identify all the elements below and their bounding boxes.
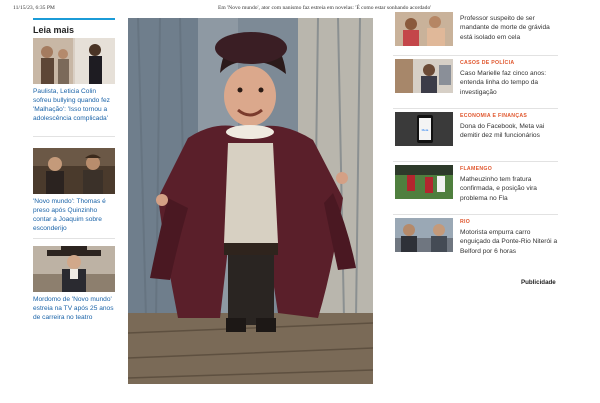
related-news-thumbnail[interactable]	[395, 165, 453, 199]
related-news-thumbnail[interactable]	[395, 218, 453, 252]
related-news-item[interactable]: Flamengo Matheuzinho tem fratura confirm…	[393, 165, 558, 209]
print-page-title: Em 'Novo mundo', ator com nanismo faz es…	[218, 5, 432, 11]
related-news-text[interactable]: Economia e Finanças Dona do Facebook, Me…	[460, 113, 558, 141]
leia-mais-thumbnail[interactable]	[33, 148, 115, 194]
related-news-category[interactable]: Flamengo	[460, 166, 558, 172]
related-news-text[interactable]: Casos de polícia Caso Marielle faz cinco…	[460, 60, 558, 97]
leia-mais-section: Leia mais Paulista, Leticia Colin sofreu…	[33, 18, 115, 321]
leia-mais-caption[interactable]: 'Novo mundo': Thomas é preso após Quinzi…	[33, 197, 115, 233]
related-news-thumbnail[interactable]	[395, 12, 453, 46]
related-news-title[interactable]: Motorista empurra carro enguiçado da Pon…	[460, 228, 558, 256]
divider	[393, 108, 558, 109]
related-news-category[interactable]: Rio	[460, 219, 558, 225]
leia-mais-item[interactable]: Mordomo de 'Novo mundo' estreia na TV ap…	[33, 246, 115, 322]
related-news-title[interactable]: Matheuzinho tem fratura confirmada, e po…	[460, 175, 558, 203]
related-news-text[interactable]: Professor suspeito de ser mandante de mo…	[460, 14, 558, 42]
leia-mais-item[interactable]: Paulista, Leticia Colin sofreu bullying …	[33, 38, 115, 123]
leia-mais-caption[interactable]: Paulista, Leticia Colin sofreu bullying …	[33, 87, 115, 123]
related-news-text[interactable]: Flamengo Matheuzinho tem fratura confirm…	[460, 166, 558, 203]
related-news-thumbnail[interactable]	[395, 59, 453, 93]
advertising-label: Publicidade	[521, 279, 556, 286]
divider	[33, 238, 115, 239]
divider	[393, 55, 558, 56]
related-news-thumbnail[interactable]: Meta	[395, 112, 453, 146]
leia-mais-thumbnail[interactable]	[33, 38, 115, 84]
leia-mais-heading: Leia mais	[33, 18, 115, 35]
leia-mais-thumbnail[interactable]	[33, 246, 115, 292]
related-news-category[interactable]: Casos de polícia	[460, 60, 558, 66]
related-news-item[interactable]: Rio Motorista empurra carro enguiçado da…	[393, 218, 558, 262]
related-news-item[interactable]: Casos de polícia Caso Marielle faz cinco…	[393, 59, 558, 103]
leia-mais-caption[interactable]: Mordomo de 'Novo mundo' estreia na TV ap…	[33, 295, 115, 322]
related-news-title[interactable]: Caso Marielle faz cinco anos: entenda li…	[460, 69, 558, 97]
related-news-text[interactable]: Rio Motorista empurra carro enguiçado da…	[460, 219, 558, 256]
leia-mais-item[interactable]: 'Novo mundo': Thomas é preso após Quinzi…	[33, 148, 115, 233]
divider	[393, 161, 558, 162]
related-news-item[interactable]: Meta Economia e Finanças Dona do Faceboo…	[393, 112, 558, 156]
related-news-title[interactable]: Dona do Facebook, Meta vai demitir dez m…	[460, 122, 558, 141]
article-main-photo	[128, 18, 373, 384]
related-news-title[interactable]: Professor suspeito de ser mandante de mo…	[460, 14, 558, 42]
divider	[393, 214, 558, 215]
divider	[33, 136, 115, 137]
related-news-item[interactable]: Professor suspeito de ser mandante de mo…	[393, 12, 558, 56]
print-datetime: 11/15/23, 6:35 PM	[13, 5, 55, 11]
related-news-category[interactable]: Economia e Finanças	[460, 113, 558, 119]
svg-text:Meta: Meta	[422, 128, 429, 132]
